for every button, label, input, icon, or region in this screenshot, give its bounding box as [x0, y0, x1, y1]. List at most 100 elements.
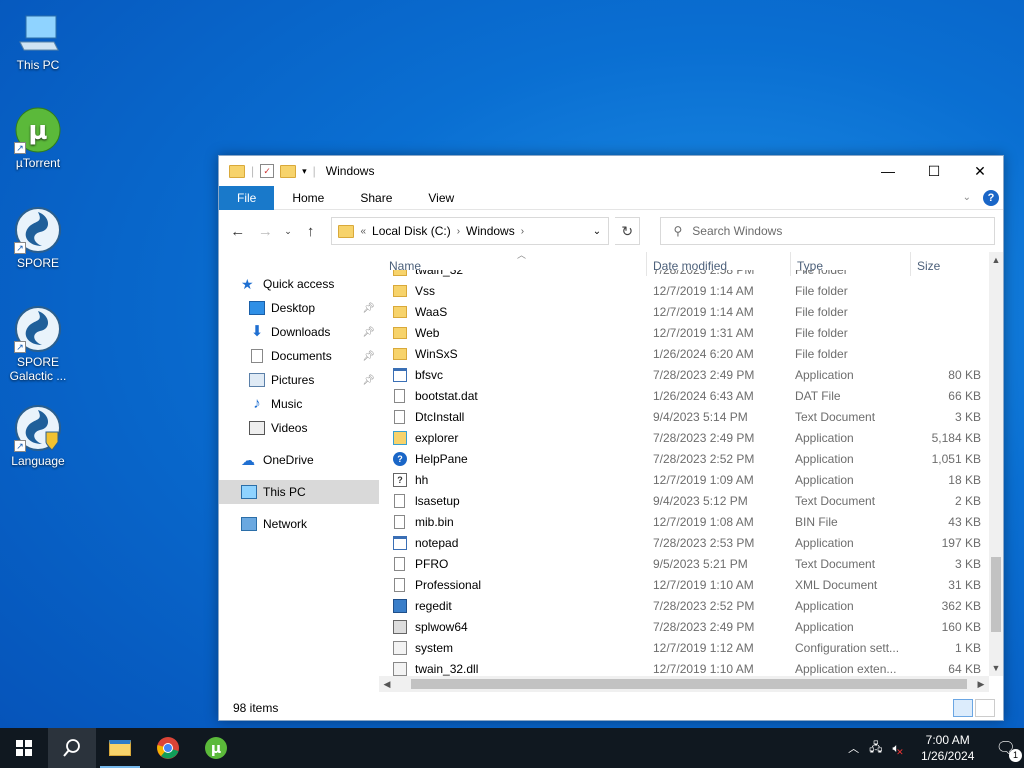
- scrollbar-thumb[interactable]: [411, 679, 967, 689]
- breadcrumb-chevron-icon[interactable]: ›: [457, 226, 460, 237]
- table-row[interactable]: Professional 12/7/2019 1:10 AM XML Documen…: [383, 574, 989, 595]
- table-row[interactable]: WinSxS 1/26/2024 6:20 AM File folder: [383, 343, 989, 364]
- address-overflow[interactable]: «: [360, 226, 366, 237]
- table-row[interactable]: ? HelpPane 7/28/2023 2:52 PM Application 1,0…: [383, 448, 989, 469]
- search-input[interactable]: Search Windows: [692, 224, 782, 238]
- search-box[interactable]: ⚲ Search Windows: [660, 217, 995, 245]
- expand-ribbon-chevron-icon[interactable]: ⌄: [963, 192, 971, 203]
- taskbar-chrome[interactable]: [144, 728, 192, 768]
- nav-desktop[interactable]: Desktop 📌︎: [219, 296, 379, 320]
- action-center-icon[interactable]: 🗨︎ 1: [996, 738, 1022, 762]
- pin-icon[interactable]: 📌︎: [362, 303, 375, 314]
- new-folder-icon[interactable]: [280, 164, 297, 178]
- cloud-icon: ☁: [241, 452, 255, 468]
- doc-icon: [394, 388, 405, 403]
- minimize-button[interactable]: —: [865, 156, 911, 186]
- file-date-cell: 12/7/2019 1:31 AM: [653, 325, 754, 340]
- taskbar-file-explorer[interactable]: [96, 728, 144, 768]
- up-arrow-icon[interactable]: ↑: [300, 223, 322, 240]
- nav-label: Music: [271, 397, 303, 411]
- maximize-button[interactable]: ☐: [911, 156, 957, 186]
- utorrent-icon: µ: [205, 737, 227, 759]
- pin-icon[interactable]: 📌︎: [362, 375, 375, 386]
- tab-file[interactable]: File: [219, 185, 275, 210]
- table-row[interactable]: lsasetup 9/4/2023 5:12 PM Text Document 2 K…: [383, 490, 989, 511]
- scrollbar-thumb[interactable]: [991, 557, 1001, 632]
- properties-icon[interactable]: ✓: [260, 164, 275, 178]
- volume-muted-icon[interactable]: 🔈︎ ✕: [892, 741, 903, 757]
- address-dropdown-icon[interactable]: ⌄: [586, 226, 608, 237]
- table-row[interactable]: Vss 12/7/2019 1:14 AM File folder: [383, 280, 989, 301]
- file-name-cell: ? hh: [383, 472, 647, 487]
- tab-home[interactable]: Home: [274, 186, 342, 210]
- table-row[interactable]: notepad 7/28/2023 2:53 PM Application 197 K…: [383, 532, 989, 553]
- file-name: Vss: [415, 283, 436, 298]
- vertical-scrollbar[interactable]: ▲ ▼: [989, 252, 1003, 676]
- help-icon[interactable]: ?: [983, 189, 999, 206]
- table-row[interactable]: explorer 7/28/2023 2:49 PM Application 5,18…: [383, 427, 989, 448]
- search-button[interactable]: [48, 728, 96, 768]
- table-row[interactable]: PFRO 9/5/2023 5:21 PM Text Document 3 KB: [383, 553, 989, 574]
- show-hidden-icons-chevron-icon[interactable]: ︿: [848, 740, 859, 756]
- file-name-cell: bootstat.dat: [383, 388, 647, 403]
- table-row[interactable]: system 12/7/2019 1:12 AM Configuration set…: [383, 637, 989, 658]
- desktop-icon-language[interactable]: ↗ Language: [0, 404, 76, 468]
- forward-arrow-icon[interactable]: →: [255, 223, 277, 240]
- file-name: system: [415, 640, 454, 655]
- nav-music[interactable]: ♪ Music: [219, 392, 379, 416]
- desktop-icon-this-pc[interactable]: This PC: [0, 8, 76, 72]
- nav-network[interactable]: Network: [219, 512, 379, 536]
- scroll-up-icon[interactable]: ▲: [989, 252, 1003, 268]
- desktop-icon-spore-galactic[interactable]: ↗ SPORE Galactic ...: [0, 305, 76, 383]
- table-row[interactable]: twain_32 7/28/2023 2:58 PMFile folder: [383, 270, 989, 280]
- table-row[interactable]: splwow64 7/28/2023 2:49 PM Application 160 …: [383, 616, 989, 637]
- nav-onedrive[interactable]: ☁ OneDrive: [219, 448, 379, 472]
- address-bar[interactable]: « Local Disk (C:) › Windows › ⌄: [331, 217, 609, 245]
- table-row[interactable]: regedit 7/28/2023 2:52 PM Application 362 K…: [383, 595, 989, 616]
- clock[interactable]: 7:00 AM 1/26/2024: [910, 732, 986, 764]
- table-row[interactable]: ? hh 12/7/2019 1:09 AM Application 18 KB: [383, 469, 989, 490]
- table-row[interactable]: DtcInstall 9/4/2023 5:14 PM Text Document 3…: [383, 406, 989, 427]
- pin-icon[interactable]: 📌︎: [362, 327, 375, 338]
- network-status-icon[interactable]: 🖧︎: [869, 738, 882, 759]
- nav-documents[interactable]: Documents 📌︎: [219, 344, 379, 368]
- computer-icon: [14, 8, 62, 56]
- nav-downloads[interactable]: ⬇ Downloads 📌︎: [219, 320, 379, 344]
- nav-quick-access[interactable]: ★ Quick access: [219, 272, 379, 296]
- details-view-button[interactable]: [953, 699, 973, 717]
- table-row[interactable]: bfsvc 7/28/2023 2:49 PM Application 80 KB: [383, 364, 989, 385]
- title-bar[interactable]: | ✓ ▾ | Windows — ☐ ✕: [219, 156, 1003, 186]
- breadcrumb-local-disk[interactable]: Local Disk (C:): [372, 224, 451, 238]
- breadcrumb-windows[interactable]: Windows: [466, 224, 515, 238]
- scroll-left-icon[interactable]: ◀: [379, 679, 395, 690]
- table-row[interactable]: bootstat.dat 1/26/2024 6:43 AM DAT File 66 …: [383, 385, 989, 406]
- close-button[interactable]: ✕: [957, 156, 1003, 186]
- tab-share[interactable]: Share: [342, 186, 410, 210]
- breadcrumb-chevron-icon[interactable]: ›: [521, 226, 524, 237]
- customize-toolbar-chevron-icon[interactable]: ▾: [302, 166, 307, 177]
- desktop-icon-spore[interactable]: ↗ SPORE: [0, 206, 76, 270]
- horizontal-scrollbar[interactable]: ◀ ▶: [379, 676, 989, 692]
- table-row[interactable]: Web 12/7/2019 1:31 AM File folder: [383, 322, 989, 343]
- table-row[interactable]: twain_32.dll 12/7/2019 1:10 AM Application…: [383, 658, 989, 676]
- nav-videos[interactable]: Videos: [219, 416, 379, 440]
- large-icons-view-button[interactable]: [975, 699, 995, 717]
- start-button[interactable]: [0, 728, 48, 768]
- scroll-right-icon[interactable]: ▶: [973, 679, 989, 690]
- nav-pictures[interactable]: Pictures 📌︎: [219, 368, 379, 392]
- pin-icon[interactable]: 📌︎: [362, 351, 375, 362]
- nav-this-pc[interactable]: This PC: [219, 480, 379, 504]
- nav-label: Quick access: [263, 277, 335, 291]
- desktop-icon-utorrent[interactable]: µ ↗ µTorrent: [0, 106, 76, 170]
- file-type-cell: DAT File: [795, 388, 841, 403]
- doc-icon: [394, 577, 405, 592]
- recent-locations-chevron-icon[interactable]: ⌄: [282, 226, 294, 237]
- refresh-button[interactable]: ↻: [614, 217, 641, 245]
- tab-view[interactable]: View: [410, 186, 472, 210]
- table-row[interactable]: WaaS 12/7/2019 1:14 AM File folder: [383, 301, 989, 322]
- table-row[interactable]: mib.bin 12/7/2019 1:08 AM BIN File 43 KB: [383, 511, 989, 532]
- back-arrow-icon[interactable]: ←: [227, 223, 249, 240]
- scroll-down-icon[interactable]: ▼: [989, 660, 1003, 676]
- taskbar-utorrent[interactable]: µ: [192, 728, 240, 768]
- file-name-cell: regedit: [383, 598, 647, 613]
